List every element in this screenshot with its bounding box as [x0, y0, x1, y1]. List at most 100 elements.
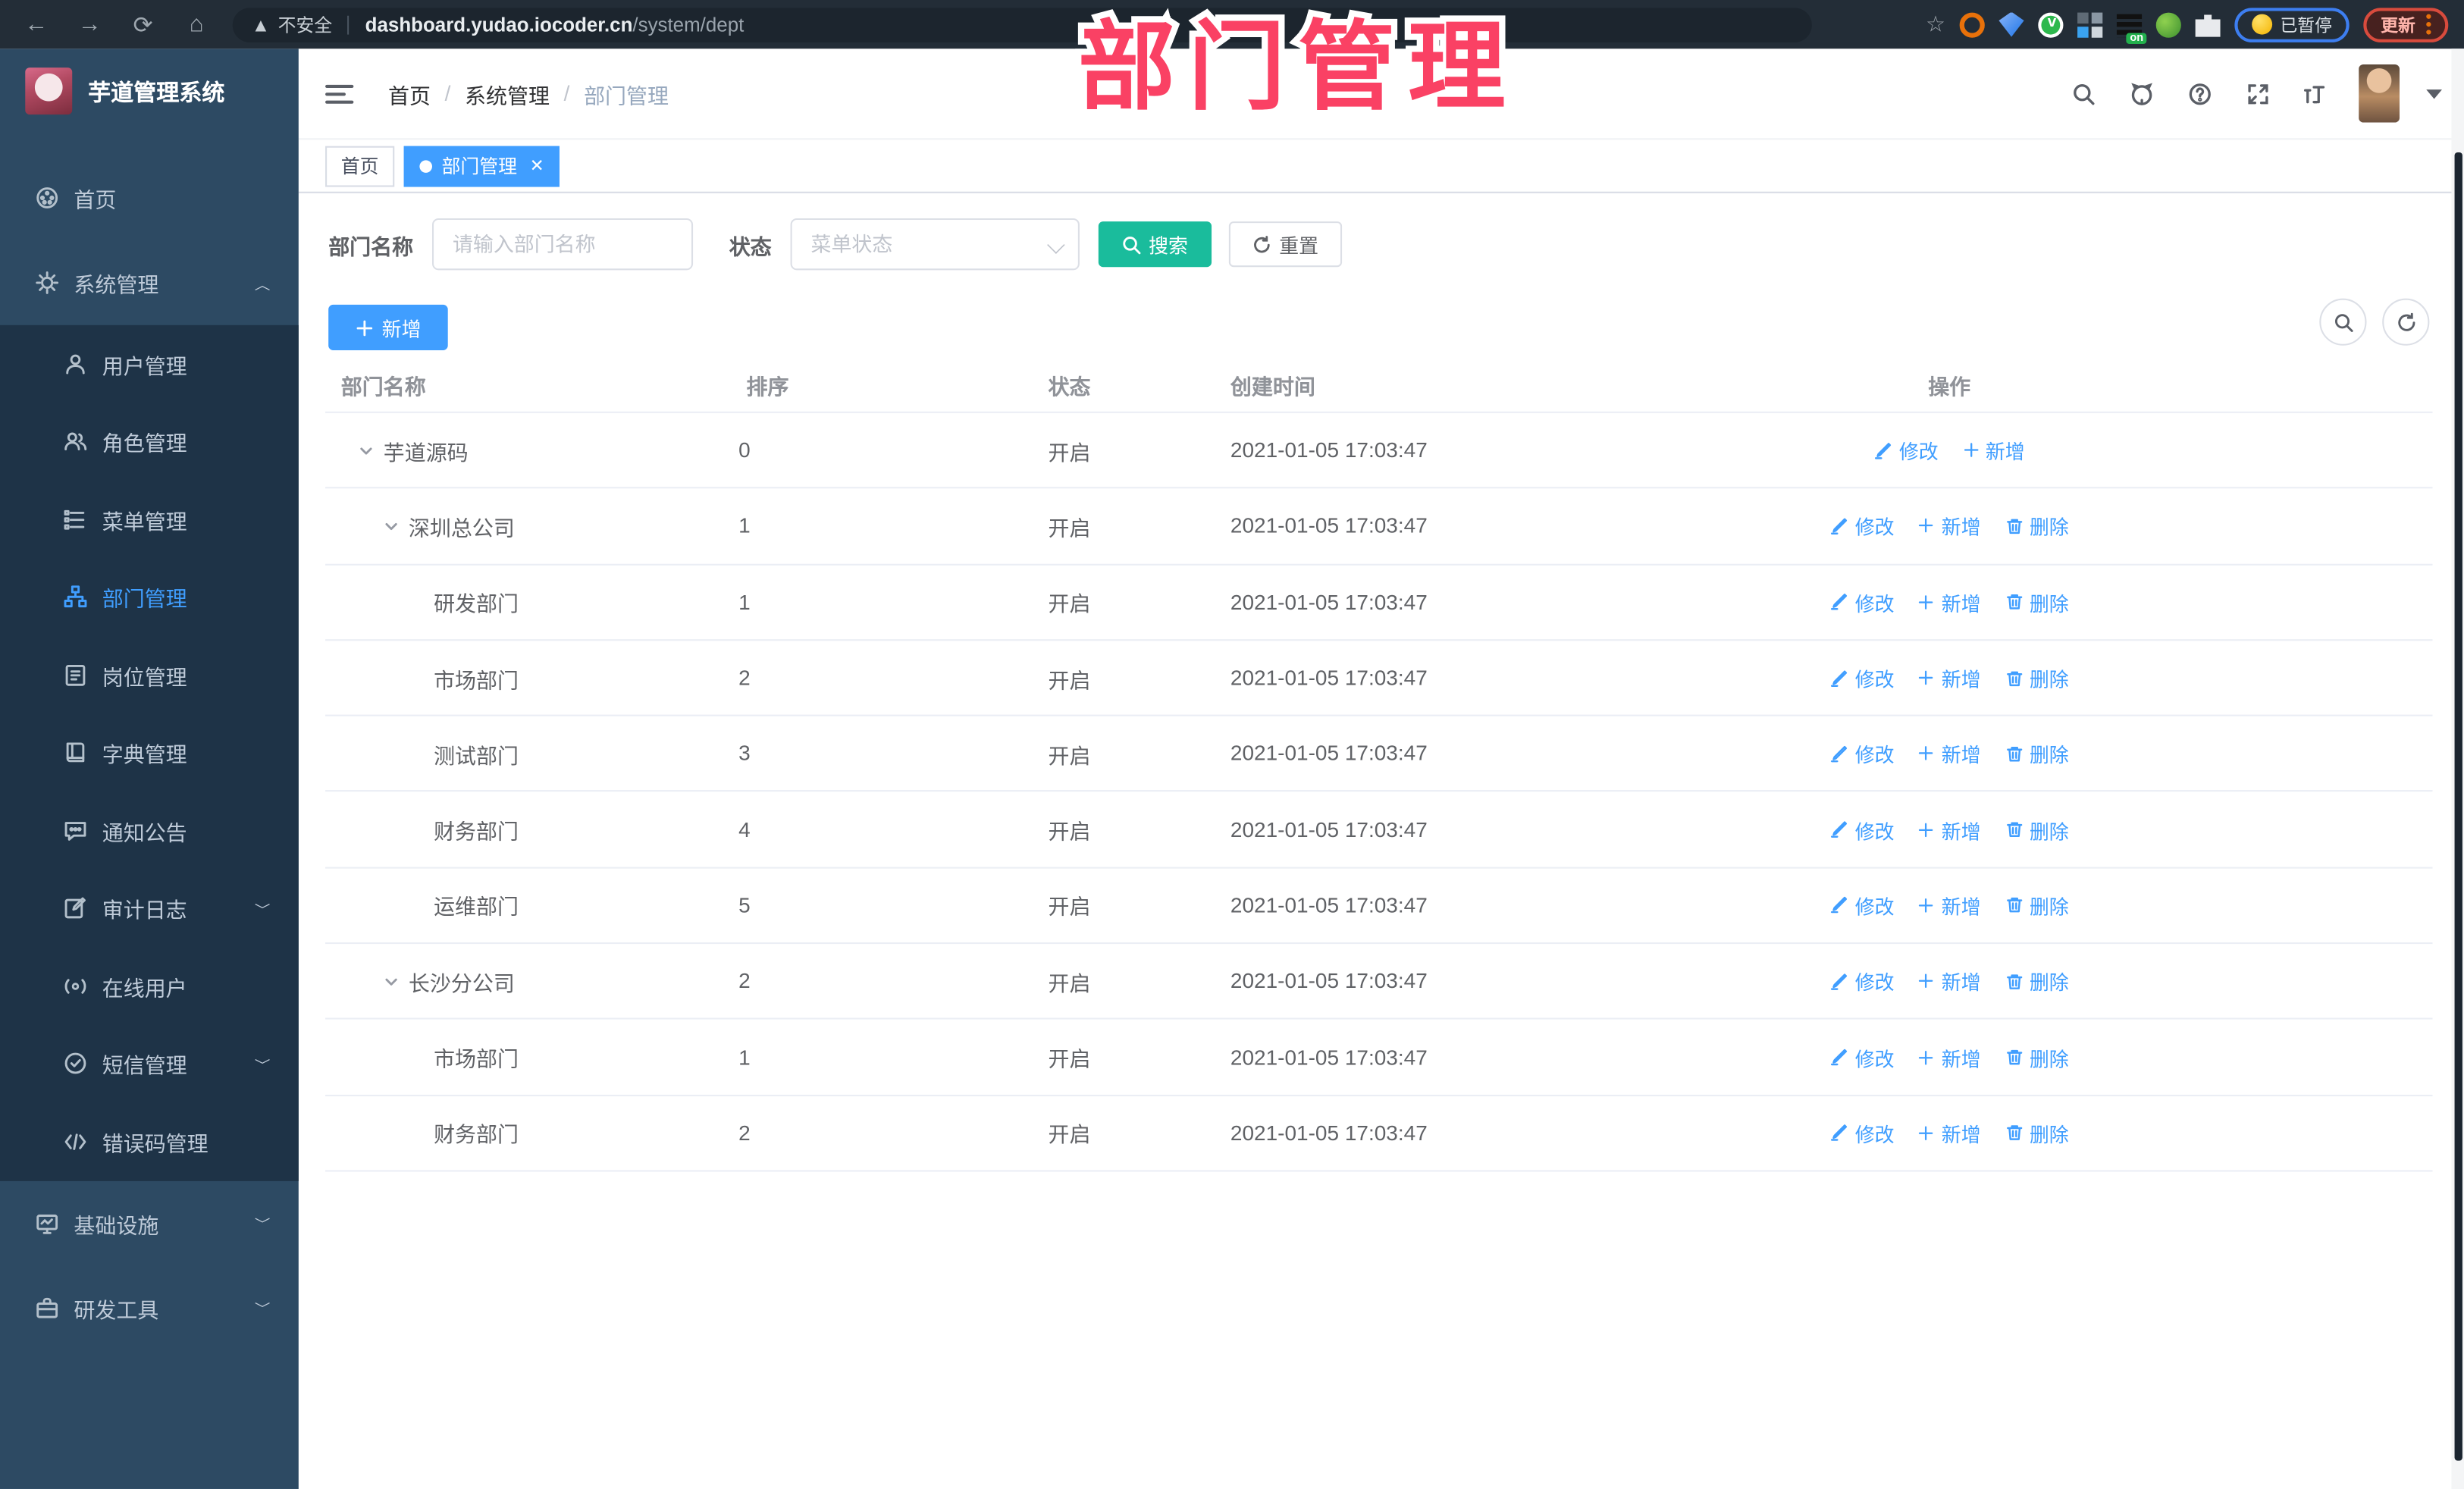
table-row-0[interactable]: 芋道源码 0 开启 2021-01-05 17:03:47 修改 新增	[325, 413, 2433, 489]
expander-chevron-icon[interactable]	[379, 514, 403, 538]
action-删除[interactable]: 删除	[2005, 738, 2069, 768]
page-scrollbar[interactable]	[2451, 49, 2464, 1489]
action-新增[interactable]: 新增	[1918, 587, 1981, 616]
status-select-input[interactable]	[790, 218, 1080, 271]
table-row-9[interactable]: 财务部门 2 开启 2021-01-05 17:03:47 修改 新增 删除	[325, 1096, 2433, 1172]
browser-omnibox[interactable]: ▲ 不安全 dashboard.yudao.iocoder.cn/system/…	[232, 7, 1812, 42]
table-row-7[interactable]: 长沙分公司 2 开启 2021-01-05 17:03:47 修改 新增 删除	[325, 944, 2433, 1020]
scrollbar-thumb[interactable]	[2454, 152, 2462, 1461]
bookmark-star-icon[interactable]: ☆	[1926, 11, 1945, 38]
action-新增[interactable]: 新增	[1918, 738, 1981, 768]
user-avatar[interactable]	[2359, 64, 2400, 123]
sidebar-item-14[interactable]: 研发工具 ﹀	[0, 1265, 299, 1350]
action-新增[interactable]: 新增	[1918, 814, 1981, 844]
tab-0[interactable]: 首页	[325, 145, 395, 187]
action-新增[interactable]: 新增	[1918, 1042, 1981, 1072]
action-新增[interactable]: 新增	[1918, 967, 1981, 996]
search-icon[interactable]	[2068, 78, 2099, 109]
url-text[interactable]: dashboard.yudao.iocoder.cn/system/dept	[365, 14, 745, 36]
sidebar-item-3[interactable]: 角色管理	[0, 403, 299, 481]
table-row-4[interactable]: 测试部门 3 开启 2021-01-05 17:03:47 修改 新增 删除	[325, 716, 2433, 793]
green-check-ext-icon[interactable]	[2038, 11, 2064, 37]
sidebar-item-4[interactable]: 菜单管理	[0, 481, 299, 559]
action-新增[interactable]: 新增	[1918, 663, 1981, 692]
app-logo-row[interactable]: 芋道管理系统	[0, 49, 299, 133]
table-row-5[interactable]: 财务部门 4 开启 2021-01-05 17:03:47 修改 新增 删除	[325, 792, 2433, 869]
grid-ext-icon[interactable]	[2077, 11, 2103, 37]
security-chip[interactable]: ▲ 不安全	[252, 12, 333, 37]
orange-ring-ext-icon[interactable]	[1959, 11, 1985, 37]
sidebar-item-9[interactable]: 审计日志 ﹀	[0, 870, 299, 948]
back-icon[interactable]: ←	[24, 11, 48, 38]
github-icon[interactable]	[2126, 78, 2157, 109]
action-修改[interactable]: 修改	[1830, 738, 1895, 768]
table-row-2[interactable]: 研发部门 1 开启 2021-01-05 17:03:47 修改 新增 删除	[325, 565, 2433, 641]
show-search-button[interactable]	[2319, 298, 2367, 346]
help-icon[interactable]	[2184, 78, 2215, 109]
reload-icon[interactable]: ⟳	[133, 12, 153, 39]
action-删除[interactable]: 删除	[2005, 587, 2069, 616]
expander-chevron-icon[interactable]	[379, 970, 403, 993]
table-row-1[interactable]: 深圳总公司 1 开启 2021-01-05 17:03:47 修改 新增 删除	[325, 489, 2433, 565]
search-button[interactable]: 搜索	[1098, 221, 1212, 268]
action-修改[interactable]: 修改	[1830, 814, 1895, 844]
extension-icons	[1959, 11, 2221, 43]
sidebar-item-12[interactable]: 错误码管理	[0, 1102, 299, 1180]
action-修改[interactable]: 修改	[1830, 587, 1895, 616]
tab-1[interactable]: 部门管理 ✕	[403, 145, 560, 187]
action-删除[interactable]: 删除	[2005, 814, 2069, 844]
action-删除[interactable]: 删除	[2005, 511, 2069, 541]
sidebar-item-1[interactable]: 系统管理 ︿	[0, 240, 299, 325]
action-删除[interactable]: 删除	[2005, 663, 2069, 692]
action-新增[interactable]: 新增	[1962, 435, 2025, 465]
action-新增[interactable]: 新增	[1918, 511, 1981, 541]
action-修改[interactable]: 修改	[1830, 663, 1895, 692]
action-删除[interactable]: 删除	[2005, 890, 2069, 920]
puzzle-ext-icon[interactable]	[2195, 14, 2221, 37]
font-size-icon[interactable]	[2300, 78, 2331, 109]
close-icon[interactable]: ✕	[530, 155, 544, 176]
dept-name-input[interactable]	[431, 218, 694, 271]
hamburger-icon[interactable]	[325, 80, 354, 108]
refresh-button[interactable]	[2382, 298, 2430, 346]
breadcrumb-item[interactable]: 首页	[388, 78, 431, 109]
action-删除[interactable]: 删除	[2005, 1042, 2069, 1072]
action-修改[interactable]: 修改	[1830, 511, 1895, 541]
table-row-8[interactable]: 市场部门 1 开启 2021-01-05 17:03:47 修改 新增 删除	[325, 1020, 2433, 1096]
list-on-ext-icon[interactable]	[2116, 11, 2147, 43]
action-修改[interactable]: 修改	[1830, 890, 1895, 920]
home-icon[interactable]: ⌂	[190, 11, 204, 38]
action-删除[interactable]: 删除	[2005, 1118, 2069, 1148]
update-button[interactable]: 更新	[2363, 7, 2449, 42]
action-新增[interactable]: 新增	[1918, 1118, 1981, 1148]
action-修改[interactable]: 修改	[1830, 967, 1895, 996]
browser-menu-icon[interactable]	[2426, 14, 2431, 35]
sidebar-item-2[interactable]: 用户管理	[0, 325, 299, 403]
forward-icon[interactable]: →	[78, 11, 102, 38]
add-button[interactable]: 新增	[328, 304, 448, 350]
sidebar-item-7[interactable]: 字典管理	[0, 714, 299, 792]
breadcrumb-item[interactable]: 系统管理	[465, 78, 550, 109]
blue-gem-ext-icon[interactable]	[1998, 11, 2024, 37]
action-修改[interactable]: 修改	[1830, 1042, 1895, 1072]
fullscreen-icon[interactable]	[2243, 78, 2274, 109]
table-row-6[interactable]: 运维部门 5 开启 2021-01-05 17:03:47 修改 新增 删除	[325, 868, 2433, 945]
action-删除[interactable]: 删除	[2005, 967, 2069, 996]
sidebar-item-10[interactable]: 在线用户	[0, 947, 299, 1025]
sidebar-item-0[interactable]: 首页	[0, 155, 299, 240]
caret-down-icon[interactable]	[2426, 89, 2442, 99]
green-key-ext-icon[interactable]	[2155, 11, 2181, 37]
status-select[interactable]	[790, 218, 1080, 271]
expander-chevron-icon[interactable]	[353, 438, 377, 462]
action-修改[interactable]: 修改	[1874, 435, 1939, 465]
sidebar-item-5[interactable]: 部门管理	[0, 558, 299, 636]
sidebar-item-6[interactable]: 岗位管理	[0, 636, 299, 714]
sidebar-item-13[interactable]: 基础设施 ﹀	[0, 1180, 299, 1265]
table-row-3[interactable]: 市场部门 2 开启 2021-01-05 17:03:47 修改 新增 删除	[325, 641, 2433, 717]
sidebar-item-8[interactable]: 通知公告	[0, 792, 299, 870]
reset-button[interactable]: 重置	[1228, 221, 1343, 268]
action-修改[interactable]: 修改	[1830, 1118, 1895, 1148]
profile-paused-pill[interactable]: 已暂停	[2234, 7, 2350, 42]
sidebar-item-11[interactable]: 短信管理 ﹀	[0, 1025, 299, 1103]
action-新增[interactable]: 新增	[1918, 890, 1981, 920]
